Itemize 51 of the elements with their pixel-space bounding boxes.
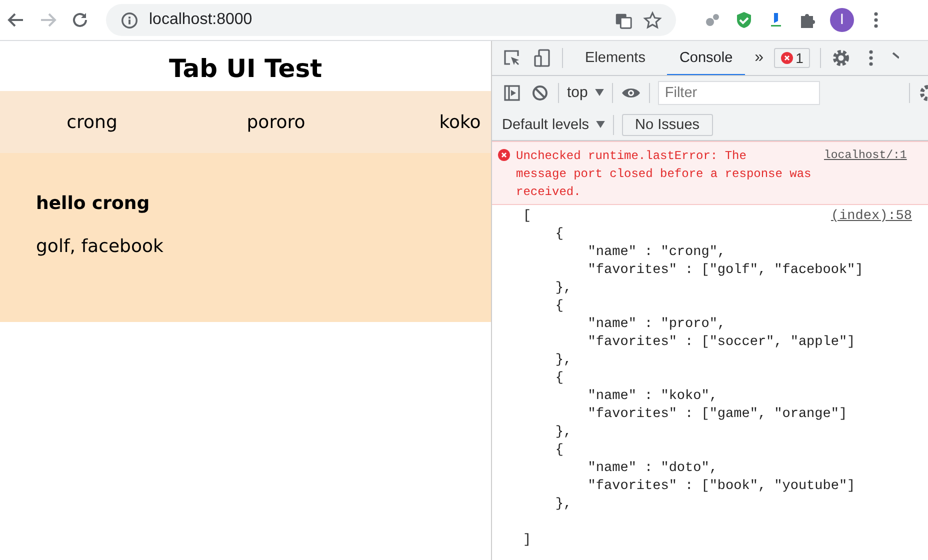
settings-icon[interactable] xyxy=(831,48,852,68)
caret-icon xyxy=(596,121,606,128)
inspect-icon[interactable] xyxy=(502,48,522,68)
star-icon[interactable] xyxy=(643,10,662,30)
device-icon[interactable] xyxy=(532,48,552,68)
levels-dropdown[interactable]: Default levels xyxy=(502,116,606,132)
log-line: "favorites" : ["soccer", "apple"] xyxy=(586,334,856,352)
log-line: { xyxy=(554,298,564,316)
content-text: golf, facebook xyxy=(36,236,164,257)
tab[interactable]: koko xyxy=(368,112,491,132)
address-text: localhost:8000 xyxy=(149,11,252,29)
content-heading: hello crong xyxy=(36,193,151,214)
profile-avatar[interactable]: I xyxy=(830,8,854,32)
reload-icon[interactable] xyxy=(70,10,90,30)
settings-icon[interactable] xyxy=(918,82,928,102)
sidebar-icon[interactable] xyxy=(502,82,522,102)
source-link[interactable]: (index):58 xyxy=(830,208,912,226)
filter-field[interactable]: Filter xyxy=(658,80,820,104)
log-line: "favorites" : ["golf", "facebook"] xyxy=(586,262,864,280)
tab[interactable]: pororo xyxy=(184,112,368,132)
clear-icon[interactable] xyxy=(530,82,550,102)
log-line: [ xyxy=(523,208,532,226)
error-message: Unchecked runtime.lastError: The message port closed before a response was received. xyxy=(516,148,812,201)
log-line: }, xyxy=(554,496,572,514)
log-line: "name" : "koko", xyxy=(586,388,718,406)
shield-icon[interactable] xyxy=(734,10,754,30)
log-line: ] xyxy=(523,532,532,550)
log-line: { xyxy=(554,370,564,388)
caret-icon xyxy=(594,89,604,96)
source-link[interactable]: localhost/:1 xyxy=(824,147,907,201)
log-line: }, xyxy=(554,424,572,442)
log-line: { xyxy=(554,442,564,460)
issues-button[interactable]: No Issues xyxy=(622,114,713,136)
error-icon xyxy=(498,149,510,161)
log-line: "name" : "crong", xyxy=(586,244,726,262)
page-title: Tab UI Test xyxy=(168,53,324,85)
tab[interactable]: crong xyxy=(0,112,184,132)
context-dropdown[interactable]: top xyxy=(567,84,604,101)
log-line: "name" : "proro", xyxy=(586,316,726,334)
log-line: }, xyxy=(554,280,572,298)
address-bar[interactable]: localhost:8000 xyxy=(106,4,676,36)
info-icon[interactable] xyxy=(120,10,139,30)
devtools-tab[interactable]: Elements xyxy=(573,41,658,75)
log-line: "favorites" : ["book", "youtube"] xyxy=(586,478,856,496)
log-line: "name" : "doto", xyxy=(586,460,718,478)
error-count-badge[interactable]: 1 xyxy=(774,48,810,68)
log-line: }, xyxy=(554,352,572,370)
more-tabs[interactable]: » xyxy=(754,49,764,67)
log-line: "favorites" : ["game", "orange"] xyxy=(586,406,848,424)
error-icon xyxy=(780,52,793,64)
log-line: { xyxy=(554,226,564,244)
